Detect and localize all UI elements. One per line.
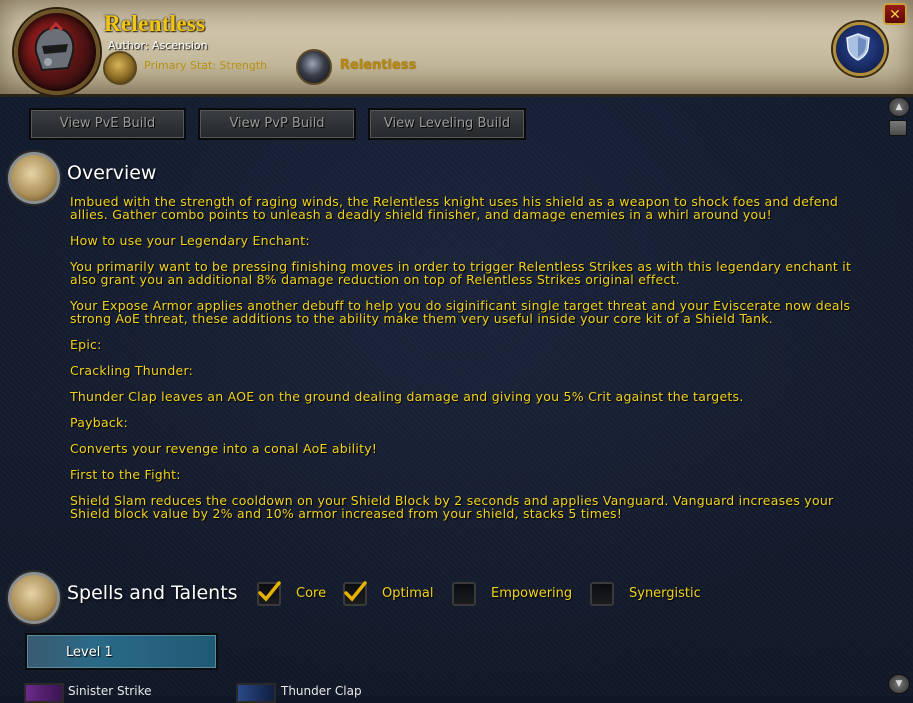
spec-orb-icon[interactable] <box>296 49 332 85</box>
overview-paragraph: Thunder Clap leaves an AOE on the ground… <box>70 389 744 404</box>
scroll-up-button[interactable]: ▲ <box>888 97 910 117</box>
guide-header: Relentless Author: Ascension Primary Sta… <box>0 0 913 97</box>
overview-paragraph: Shield Slam reduces the cooldown on your… <box>70 493 834 521</box>
checkmark-icon <box>258 581 281 602</box>
spells-title: Spells and Talents <box>67 582 238 604</box>
filter-optimal-label[interactable]: Optimal <box>382 586 433 601</box>
overview-paragraph: How to use your Legendary Enchant: <box>70 233 310 248</box>
sinister-strike-icon[interactable] <box>24 683 64 703</box>
overview-paragraph: Payback: <box>70 415 128 430</box>
checkmark-icon <box>344 581 367 602</box>
scrollbar[interactable] <box>887 97 909 696</box>
primary-stat-label: Primary Stat: Strength <box>144 59 268 72</box>
scroll-down-button[interactable]: ▼ <box>888 674 910 694</box>
shield-icon <box>846 33 870 61</box>
thunder-clap-icon[interactable] <box>236 683 276 703</box>
view-pve-build-button[interactable]: View PvE Build <box>29 108 186 140</box>
filter-core-label[interactable]: Core <box>296 586 326 601</box>
overview-title: Overview <box>67 162 157 184</box>
overview-paragraph: Imbued with the strength of raging winds… <box>70 194 839 222</box>
close-button[interactable]: ✕ <box>883 3 907 25</box>
overview-paragraph: You primarily want to be pressing finish… <box>70 259 852 287</box>
filter-synergistic-label[interactable]: Synergistic <box>629 586 701 601</box>
filter-optimal-checkbox[interactable] <box>343 581 367 606</box>
view-pvp-build-button[interactable]: View PvP Build <box>198 108 356 140</box>
overview-paragraph: First to the Fight: <box>70 467 181 482</box>
filter-core-checkbox[interactable] <box>257 581 281 606</box>
overview-paragraph: Converts your revenge into a conal AoE a… <box>70 441 378 456</box>
overview-paragraph: Your Expose Armor applies another debuff… <box>70 298 851 326</box>
scroll-icon <box>8 152 60 204</box>
filter-empowering-checkbox[interactable] <box>452 582 476 606</box>
view-leveling-build-button[interactable]: View Leveling Build <box>368 108 526 140</box>
scroll-thumb[interactable] <box>889 120 907 136</box>
filter-empowering-label[interactable]: Empowering <box>491 586 572 601</box>
spec-link[interactable]: Relentless <box>340 58 416 73</box>
overview-paragraph: Crackling Thunder: <box>70 363 194 378</box>
class-portrait-icon <box>14 9 100 95</box>
level-label: Level 1 <box>66 645 113 660</box>
author-label: Author: Ascension <box>108 39 208 52</box>
level-1-header[interactable] <box>25 633 218 670</box>
filter-synergistic-checkbox[interactable] <box>590 582 614 606</box>
page-title: Relentless <box>104 11 206 36</box>
strength-stat-icon <box>103 51 137 85</box>
shield-button[interactable] <box>833 22 887 76</box>
overview-paragraph: Epic: <box>70 337 102 352</box>
spellbook-icon <box>8 572 60 624</box>
